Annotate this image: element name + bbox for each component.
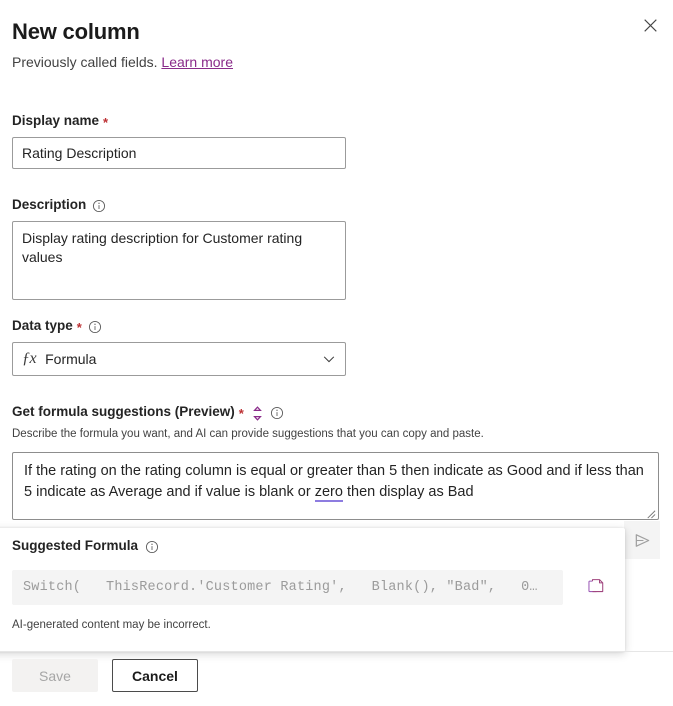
footer-divider [0,651,673,652]
data-type-dropdown[interactable]: ƒx Formula [12,342,346,376]
suggested-formula-label: Suggested Formula [12,538,159,553]
suggested-formula-label-text: Suggested Formula [12,538,138,553]
data-type-value: Formula [45,351,322,367]
send-prompt-button[interactable] [624,521,660,559]
display-name-label-text: Display name [12,112,99,130]
info-icon[interactable] [145,540,159,554]
prompt-misspelled-word: zero [315,484,343,502]
required-asterisk: * [77,323,82,333]
chevron-down-icon [322,352,336,366]
required-asterisk: * [239,409,244,419]
suggested-formula-card: Suggested Formula Switch( ThisRecord.'Cu… [0,528,625,652]
ai-disclaimer: AI-generated content may be incorrect. [12,619,211,631]
formula-suggestions-label: Get formula suggestions (Preview) * [12,403,484,421]
save-button[interactable]: Save [12,659,98,692]
formula-suggestions-label-text: Get formula suggestions (Preview) [12,403,235,421]
description-textarea[interactable]: Display rating description for Customer … [12,221,346,300]
prompt-text-part2: then display as Bad [343,484,474,500]
new-column-panel: New column Previously called fields. Lea… [0,0,673,706]
send-icon [633,531,652,550]
display-name-label: Display name * [12,112,346,130]
display-name-field: Display name * [12,112,346,169]
info-icon[interactable] [270,406,284,420]
subtitle-text: Previously called fields. [12,54,158,70]
formula-prompt-input[interactable]: If the rating on the rating column is eq… [12,452,659,520]
description-label: Description [12,196,346,214]
copy-formula-button[interactable] [582,573,610,601]
learn-more-link[interactable]: Learn more [161,54,233,70]
suggested-formula-box[interactable]: Switch( ThisRecord.'Customer Rating', Bl… [12,570,563,605]
panel-subtitle: Previously called fields. Learn more [12,52,661,72]
formula-suggestions-hint: Describe the formula you want, and AI ca… [12,427,484,442]
close-button[interactable] [635,10,665,40]
close-icon [643,18,658,33]
data-type-field: Data type * ƒx Formula [12,317,346,376]
copy-icon [588,577,604,597]
required-asterisk: * [103,118,108,128]
footer-actions: Save Cancel [12,659,198,692]
fx-icon: ƒx [22,350,36,368]
cancel-button[interactable]: Cancel [112,659,198,692]
display-name-input[interactable] [12,137,346,169]
info-icon[interactable] [88,320,102,334]
description-label-text: Description [12,196,86,214]
suggested-formula-text: Switch( ThisRecord.'Customer Rating', Bl… [23,580,538,595]
data-type-label-text: Data type [12,317,73,335]
formula-suggestions-section: Get formula suggestions (Preview) * Desc… [12,403,484,442]
page-title: New column [12,18,661,46]
panel-header: New column Previously called fields. Lea… [12,18,661,72]
description-field: Description Display rating description f… [12,196,346,305]
sparkle-chevron-icon [251,406,264,420]
info-icon[interactable] [92,199,106,213]
data-type-label: Data type * [12,317,346,335]
